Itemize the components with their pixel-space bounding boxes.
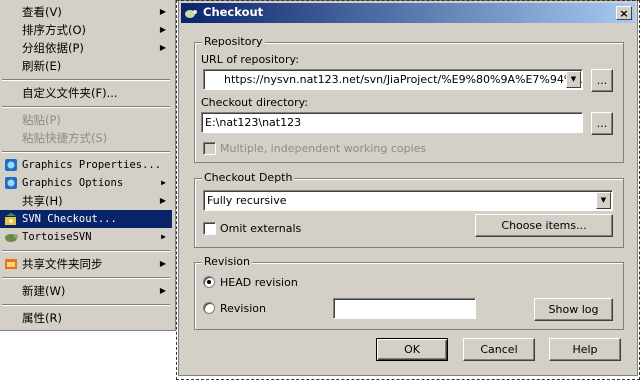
menu-separator bbox=[2, 79, 170, 81]
browse-url-button[interactable]: ... bbox=[591, 69, 613, 92]
submenu-arrow-icon: ▶ bbox=[159, 196, 166, 205]
checkout-dialog: Checkout × Repository URL of repository:… bbox=[178, 0, 638, 376]
menu-item-group-by[interactable]: 分组依据(P) ▶ bbox=[0, 39, 172, 57]
menu-separator bbox=[2, 250, 170, 252]
submenu-arrow-icon: ▶ bbox=[161, 178, 166, 187]
menu-item-label: 新建(W) bbox=[22, 284, 66, 298]
omit-externals-checkbox[interactable] bbox=[203, 222, 216, 235]
button-label: Cancel bbox=[480, 343, 518, 356]
menu-separator bbox=[2, 151, 170, 153]
close-button[interactable]: × bbox=[616, 6, 632, 20]
tortoise-icon bbox=[5, 234, 18, 242]
url-value: https://nysvn.nat123.net/svn/JiaProject/… bbox=[224, 73, 583, 86]
menu-item-label: 粘贴(P) bbox=[22, 113, 61, 127]
menu-separator bbox=[2, 106, 170, 108]
specific-revision-label: Revision bbox=[220, 302, 266, 315]
menu-item-view[interactable]: 查看(V) ▶ bbox=[0, 3, 172, 21]
menu-item-label: TortoiseSVN bbox=[22, 231, 92, 243]
submenu-arrow-icon: ▶ bbox=[159, 43, 166, 52]
omit-externals-label: Omit externals bbox=[220, 222, 302, 235]
menu-item-label: 自定义文件夹(F)... bbox=[22, 86, 118, 100]
url-label: URL of repository: bbox=[201, 53, 299, 66]
checkout-dir-label: Checkout directory: bbox=[201, 96, 309, 109]
menu-item-label: 排序方式(O) bbox=[22, 23, 87, 37]
revision-legend: Revision bbox=[202, 255, 252, 268]
button-label: Show log bbox=[548, 303, 599, 316]
show-log-button[interactable]: Show log bbox=[534, 298, 613, 321]
submenu-arrow-icon: ▶ bbox=[159, 25, 166, 34]
close-icon: × bbox=[619, 7, 629, 20]
specific-revision-radio[interactable] bbox=[203, 302, 215, 314]
radio-selected-dot bbox=[207, 280, 211, 284]
submenu-arrow-icon: ▶ bbox=[159, 259, 166, 268]
menu-item-tortoisesvn[interactable]: TortoiseSVN ▶ bbox=[0, 228, 172, 246]
url-combobox[interactable]: https://nysvn.nat123.net/svn/JiaProject/… bbox=[203, 69, 583, 90]
sync-folder-icon bbox=[5, 259, 17, 269]
checkout-depth-legend: Checkout Depth bbox=[202, 171, 295, 184]
menu-item-properties[interactable]: 属性(R) bbox=[0, 309, 172, 327]
menu-item-new[interactable]: 新建(W) ▶ bbox=[0, 282, 172, 300]
menu-item-share[interactable]: 共享(H) ▶ bbox=[0, 192, 172, 210]
browse-dir-button[interactable]: ... bbox=[591, 112, 613, 135]
menu-item-label: Graphics Options bbox=[22, 177, 124, 189]
dialog-titlebar[interactable]: Checkout × bbox=[181, 3, 635, 23]
context-menu: 查看(V) ▶ 排序方式(O) ▶ 分组依据(P) ▶ 刷新(E) 自定义文件夹(F)… bbox=[0, 0, 176, 331]
graphics-icon bbox=[5, 159, 17, 171]
checkout-depth-group: Checkout Depth Fully recursive ▼ Omit ex… bbox=[194, 171, 624, 248]
menu-item-svn-checkout[interactable]: SVN Checkout... bbox=[0, 210, 172, 228]
multiple-working-copies-checkbox bbox=[203, 142, 216, 155]
repository-group: Repository URL of repository: https://ny… bbox=[194, 35, 624, 163]
checkout-dir-value: E:\nat123\nat123 bbox=[205, 116, 302, 129]
dialog-title: Checkout bbox=[203, 5, 264, 19]
chevron-down-icon[interactable]: ▼ bbox=[566, 71, 581, 88]
menu-item-paste-shortcut: 粘贴快捷方式(S) bbox=[0, 129, 172, 147]
menu-item-customize-folder[interactable]: 自定义文件夹(F)... bbox=[0, 84, 172, 102]
menu-item-refresh[interactable]: 刷新(E) bbox=[0, 57, 172, 75]
menu-item-label: 属性(R) bbox=[22, 311, 62, 325]
head-revision-label: HEAD revision bbox=[220, 276, 298, 289]
menu-item-label: 查看(V) bbox=[22, 5, 62, 19]
menu-item-label: 粘贴快捷方式(S) bbox=[22, 131, 108, 145]
menu-item-graphics-options[interactable]: Graphics Options ▶ bbox=[0, 174, 172, 192]
menu-item-paste: 粘贴(P) bbox=[0, 111, 172, 129]
button-label: ... bbox=[596, 74, 608, 87]
revision-group: Revision HEAD revision Revision Show log bbox=[194, 255, 624, 330]
button-label: ... bbox=[596, 117, 608, 130]
button-label: Help bbox=[572, 343, 598, 356]
tortoise-icon bbox=[185, 10, 197, 18]
ok-button[interactable]: OK bbox=[376, 338, 448, 361]
menu-item-share-folder-sync[interactable]: 共享文件夹同步 ▶ bbox=[0, 255, 172, 273]
revision-input[interactable] bbox=[333, 298, 476, 319]
submenu-arrow-icon: ▶ bbox=[159, 7, 166, 16]
help-button[interactable]: Help bbox=[549, 338, 621, 361]
menu-separator bbox=[2, 277, 170, 279]
menu-item-sort-by[interactable]: 排序方式(O) ▶ bbox=[0, 21, 172, 39]
chevron-down-icon[interactable]: ▼ bbox=[596, 192, 611, 209]
menu-item-label: 分组依据(P) bbox=[22, 41, 84, 55]
button-label: Choose items... bbox=[501, 219, 587, 232]
checkout-dir-input[interactable]: E:\nat123\nat123 bbox=[201, 112, 583, 133]
menu-item-label: 共享文件夹同步 bbox=[22, 257, 103, 271]
repository-legend: Repository bbox=[202, 35, 265, 48]
menu-separator bbox=[2, 304, 170, 306]
depth-select[interactable]: Fully recursive ▼ bbox=[203, 190, 613, 211]
submenu-arrow-icon: ▶ bbox=[159, 286, 166, 295]
cancel-button[interactable]: Cancel bbox=[463, 338, 535, 361]
button-label: OK bbox=[404, 343, 420, 356]
depth-selected-value: Fully recursive bbox=[207, 194, 287, 207]
head-revision-radio[interactable] bbox=[203, 276, 215, 288]
svn-checkout-icon bbox=[5, 213, 16, 225]
multiple-working-copies-label: Multiple, independent working copies bbox=[220, 142, 427, 155]
submenu-arrow-icon: ▶ bbox=[161, 232, 166, 241]
choose-items-button[interactable]: Choose items... bbox=[475, 214, 613, 237]
menu-item-label: 共享(H) bbox=[22, 194, 63, 208]
menu-item-label: SVN Checkout... bbox=[22, 213, 117, 225]
menu-item-label: 刷新(E) bbox=[22, 59, 62, 73]
menu-item-label: Graphics Properties... bbox=[22, 159, 162, 171]
graphics-icon bbox=[5, 177, 17, 189]
menu-item-graphics-properties[interactable]: Graphics Properties... bbox=[0, 156, 172, 174]
